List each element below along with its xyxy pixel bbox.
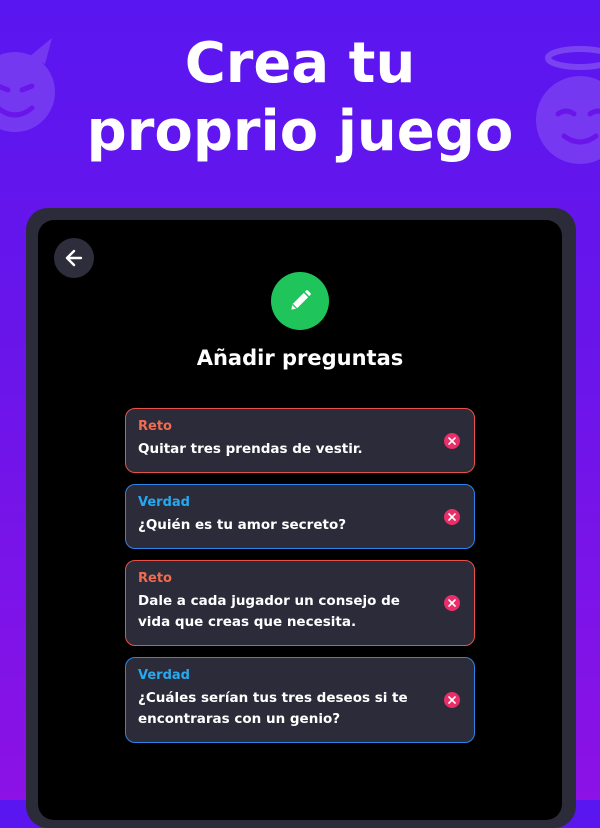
question-card[interactable]: Verdad ¿Quién es tu amor secreto?	[125, 484, 475, 549]
question-type: Reto	[138, 419, 172, 434]
close-icon	[448, 696, 456, 704]
close-icon	[448, 436, 456, 445]
question-text: Dale a cada jugador un consejo de vida q…	[138, 593, 400, 630]
remove-question-button[interactable]	[444, 432, 460, 449]
remove-question-button[interactable]	[444, 508, 460, 525]
question-list: Reto Quitar tres prendas de vestir. Verd…	[125, 408, 475, 754]
question-type: Verdad	[138, 668, 190, 683]
question-text: Quitar tres prendas de vestir.	[138, 441, 363, 457]
question-card[interactable]: Verdad ¿Cuáles serían tus tres deseos si…	[125, 657, 475, 743]
question-type: Reto	[138, 571, 172, 586]
question-type: Verdad	[138, 495, 190, 510]
close-icon	[448, 512, 456, 521]
app-screen: Añadir preguntas Reto Quitar tres prenda…	[38, 220, 562, 820]
close-icon	[448, 599, 456, 607]
headline-line-1: Crea tu	[184, 31, 416, 96]
headline: Crea tu proprio juego	[0, 30, 600, 166]
remove-question-button[interactable]	[444, 692, 460, 708]
back-button[interactable]	[54, 238, 94, 278]
arrow-left-icon	[65, 249, 83, 267]
headline-line-2: proprio juego	[86, 99, 514, 164]
question-text: ¿Cuáles serían tus tres deseos si te enc…	[138, 690, 408, 727]
pencil-icon	[291, 290, 311, 310]
question-card[interactable]: Reto Dale a cada jugador un consejo de v…	[125, 560, 475, 646]
question-card[interactable]: Reto Quitar tres prendas de vestir.	[125, 408, 475, 473]
screen-title: Añadir preguntas	[196, 346, 404, 370]
question-text: ¿Quién es tu amor secreto?	[138, 517, 347, 533]
remove-question-button[interactable]	[444, 595, 460, 611]
edit-badge	[271, 272, 329, 330]
